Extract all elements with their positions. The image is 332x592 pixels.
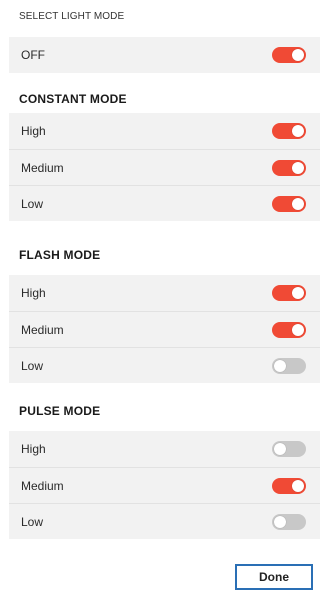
pulse-low-row: Low (9, 503, 320, 539)
constant-low-row: Low (9, 185, 320, 221)
pulse-medium-label: Medium (21, 478, 64, 493)
constant-high-row: High (9, 113, 320, 149)
off-row: OFF (9, 37, 320, 73)
toggle-knob (292, 49, 304, 61)
flash-medium-toggle[interactable] (272, 321, 306, 338)
pulse-mode-group: High Medium Low (9, 431, 320, 539)
flash-mode-group: High Medium Low (9, 275, 320, 383)
toggle-knob (274, 443, 286, 455)
flash-low-row: Low (9, 347, 320, 383)
section-heading-flash-mode: FLASH MODE (19, 248, 101, 262)
constant-medium-label: Medium (21, 160, 64, 175)
pulse-low-label: Low (21, 514, 44, 529)
done-button[interactable]: Done (235, 564, 313, 590)
constant-low-toggle[interactable] (272, 195, 306, 212)
pulse-medium-toggle[interactable] (272, 477, 306, 494)
page-title: SELECT LIGHT MODE (19, 11, 125, 22)
pulse-high-label: High (21, 442, 46, 456)
constant-high-label: High (21, 124, 46, 138)
flash-medium-label: Medium (21, 322, 64, 337)
toggle-knob (274, 515, 286, 528)
toggle-knob (292, 323, 304, 336)
toggle-knob (292, 161, 304, 174)
flash-high-toggle[interactable] (272, 285, 306, 301)
toggle-knob (274, 359, 286, 372)
flash-high-label: High (21, 286, 46, 300)
flash-low-label: Low (21, 358, 44, 373)
off-group: OFF (9, 37, 320, 73)
off-toggle[interactable] (272, 47, 306, 63)
toggle-knob (292, 197, 304, 210)
toggle-knob (292, 287, 304, 299)
constant-high-toggle[interactable] (272, 123, 306, 139)
constant-medium-row: Medium (9, 149, 320, 185)
pulse-high-row: High (9, 431, 320, 467)
constant-mode-group: High Medium Low (9, 113, 320, 221)
flash-low-toggle[interactable] (272, 357, 306, 374)
section-heading-pulse-mode: PULSE MODE (19, 404, 101, 418)
flash-medium-row: Medium (9, 311, 320, 347)
toggle-knob (292, 125, 304, 137)
pulse-low-toggle[interactable] (272, 513, 306, 530)
flash-high-row: High (9, 275, 320, 311)
toggle-knob (292, 479, 304, 492)
section-heading-constant-mode: CONSTANT MODE (19, 92, 127, 106)
constant-medium-toggle[interactable] (272, 159, 306, 176)
constant-low-label: Low (21, 196, 44, 211)
pulse-medium-row: Medium (9, 467, 320, 503)
off-label: OFF (21, 48, 45, 62)
pulse-high-toggle[interactable] (272, 441, 306, 457)
